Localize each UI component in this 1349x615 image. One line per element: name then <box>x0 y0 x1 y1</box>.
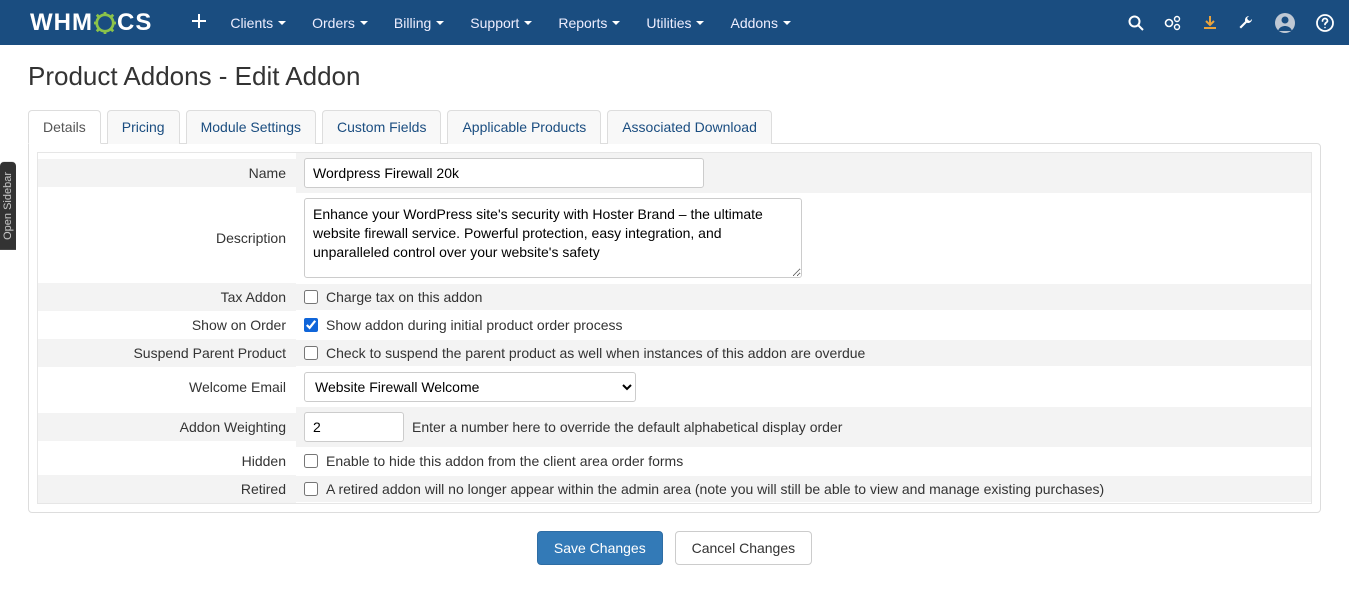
open-sidebar-tab[interactable]: Open Sidebar <box>0 162 16 250</box>
nav-clients[interactable]: Clients <box>218 9 298 37</box>
label-tax-addon: Tax Addon <box>38 283 296 311</box>
wrench-icon[interactable] <box>1238 15 1254 31</box>
download-icon[interactable] <box>1202 15 1218 31</box>
nav-addons[interactable]: Addons <box>718 9 802 37</box>
show-on-order-checkbox[interactable] <box>304 318 318 332</box>
chevron-down-icon <box>783 21 791 25</box>
nav-billing[interactable]: Billing <box>382 9 456 37</box>
chevron-down-icon <box>278 21 286 25</box>
brand-pre: WHM <box>30 9 93 37</box>
chevron-down-icon <box>696 21 704 25</box>
label-name: Name <box>38 159 296 187</box>
tax-addon-text: Charge tax on this addon <box>326 289 482 305</box>
nav-utilities[interactable]: Utilities <box>634 9 716 37</box>
nav-orders[interactable]: Orders <box>300 9 380 37</box>
name-input[interactable] <box>304 158 704 188</box>
retired-text: A retired addon will no longer appear wi… <box>326 481 1104 497</box>
label-hidden: Hidden <box>38 447 296 475</box>
tab-applicable-products[interactable]: Applicable Products <box>447 110 601 144</box>
search-icon[interactable] <box>1128 15 1144 31</box>
tab-pricing[interactable]: Pricing <box>107 110 180 144</box>
chevron-down-icon <box>360 21 368 25</box>
gear-icon <box>94 12 116 34</box>
nav-support[interactable]: Support <box>458 9 544 37</box>
label-retired: Retired <box>38 475 296 503</box>
add-icon[interactable] <box>182 8 216 37</box>
suspend-parent-checkbox[interactable] <box>304 346 318 360</box>
tab-module-settings[interactable]: Module Settings <box>186 110 316 144</box>
brand-post: CS <box>117 9 152 37</box>
tab-details[interactable]: Details <box>28 110 101 144</box>
label-suspend-parent: Suspend Parent Product <box>38 339 296 367</box>
chevron-down-icon <box>436 21 444 25</box>
label-description: Description <box>38 224 296 252</box>
description-textarea[interactable] <box>304 198 802 278</box>
brand-logo[interactable]: WHM CS <box>30 9 152 37</box>
retired-checkbox[interactable] <box>304 482 318 496</box>
page-title: Product Addons - Edit Addon <box>28 61 1321 92</box>
chevron-down-icon <box>612 21 620 25</box>
hidden-checkbox[interactable] <box>304 454 318 468</box>
nav-reports[interactable]: Reports <box>546 9 632 37</box>
cogs-icon[interactable] <box>1164 15 1182 31</box>
save-button[interactable]: Save Changes <box>537 531 663 565</box>
tab-panel: Name Description Tax Addon Charge tax on… <box>28 143 1321 513</box>
tab-custom-fields[interactable]: Custom Fields <box>322 110 441 144</box>
label-show-on-order: Show on Order <box>38 311 296 339</box>
label-welcome-email: Welcome Email <box>38 373 296 401</box>
weighting-input[interactable] <box>304 412 404 442</box>
user-icon[interactable] <box>1274 12 1296 34</box>
weighting-helper: Enter a number here to override the defa… <box>412 419 842 435</box>
page-content: Product Addons - Edit Addon Details Pric… <box>0 45 1349 595</box>
tax-addon-checkbox[interactable] <box>304 290 318 304</box>
cancel-button[interactable]: Cancel Changes <box>675 531 813 565</box>
nav-right <box>1128 12 1334 34</box>
show-on-order-text: Show addon during initial product order … <box>326 317 623 333</box>
welcome-email-select[interactable]: Website Firewall Welcome <box>304 372 636 402</box>
topbar: WHM CS Clients Orders Billing Support Re… <box>0 0 1349 45</box>
chevron-down-icon <box>524 21 532 25</box>
form-table: Name Description Tax Addon Charge tax on… <box>37 152 1312 504</box>
label-weighting: Addon Weighting <box>38 413 296 441</box>
button-row: Save Changes Cancel Changes <box>28 531 1321 565</box>
suspend-parent-text: Check to suspend the parent product as w… <box>326 345 865 361</box>
help-icon[interactable] <box>1316 14 1334 32</box>
hidden-text: Enable to hide this addon from the clien… <box>326 453 683 469</box>
tabs: Details Pricing Module Settings Custom F… <box>28 110 1321 144</box>
tab-associated-download[interactable]: Associated Download <box>607 110 772 144</box>
nav-menu: Clients Orders Billing Support Reports U… <box>182 8 803 37</box>
